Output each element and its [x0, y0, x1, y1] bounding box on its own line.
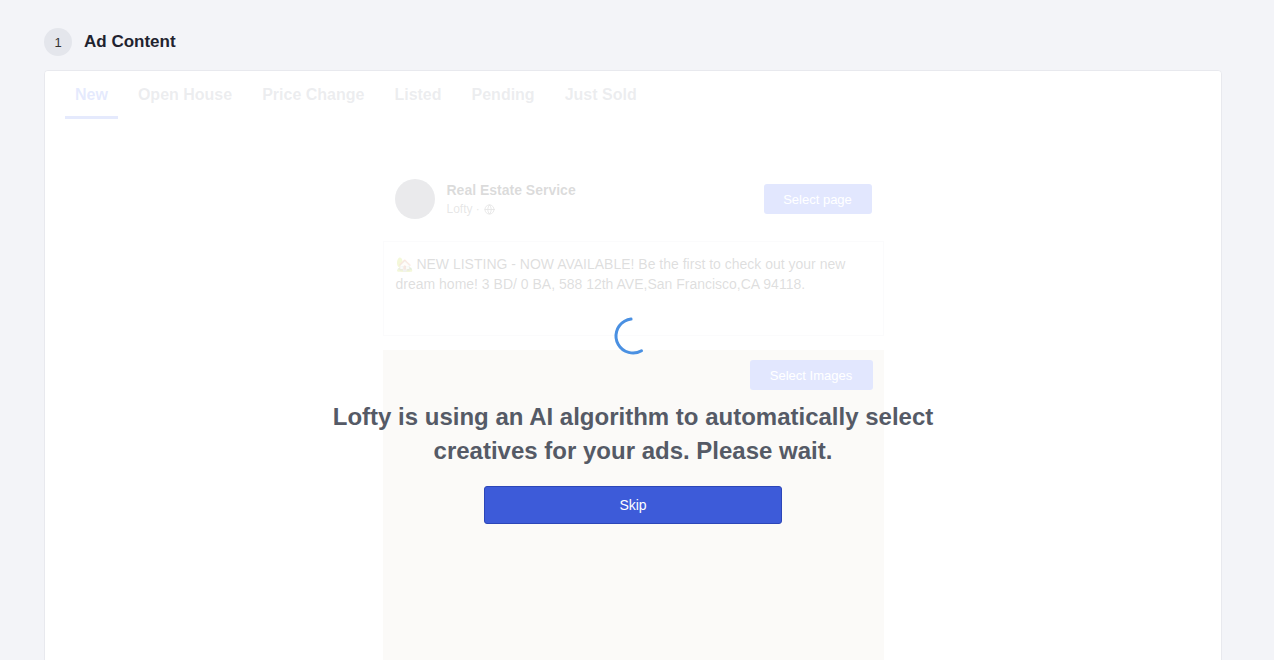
page: 1 Ad Content NewOpen HousePrice ChangeList… — [0, 0, 1274, 660]
section-header: 1 Ad Content — [44, 28, 1222, 56]
skip-button[interactable]: Skip — [484, 486, 782, 524]
step-badge: 1 — [44, 28, 72, 56]
loading-message: Lofty is using an AI algorithm to automa… — [283, 400, 983, 468]
loading-overlay: Lofty is using an AI algorithm to automa… — [45, 71, 1221, 660]
ad-content-card: NewOpen HousePrice ChangeListedPendingJu… — [44, 70, 1222, 660]
section-title: Ad Content — [84, 32, 176, 52]
loading-spinner-icon — [613, 316, 653, 356]
